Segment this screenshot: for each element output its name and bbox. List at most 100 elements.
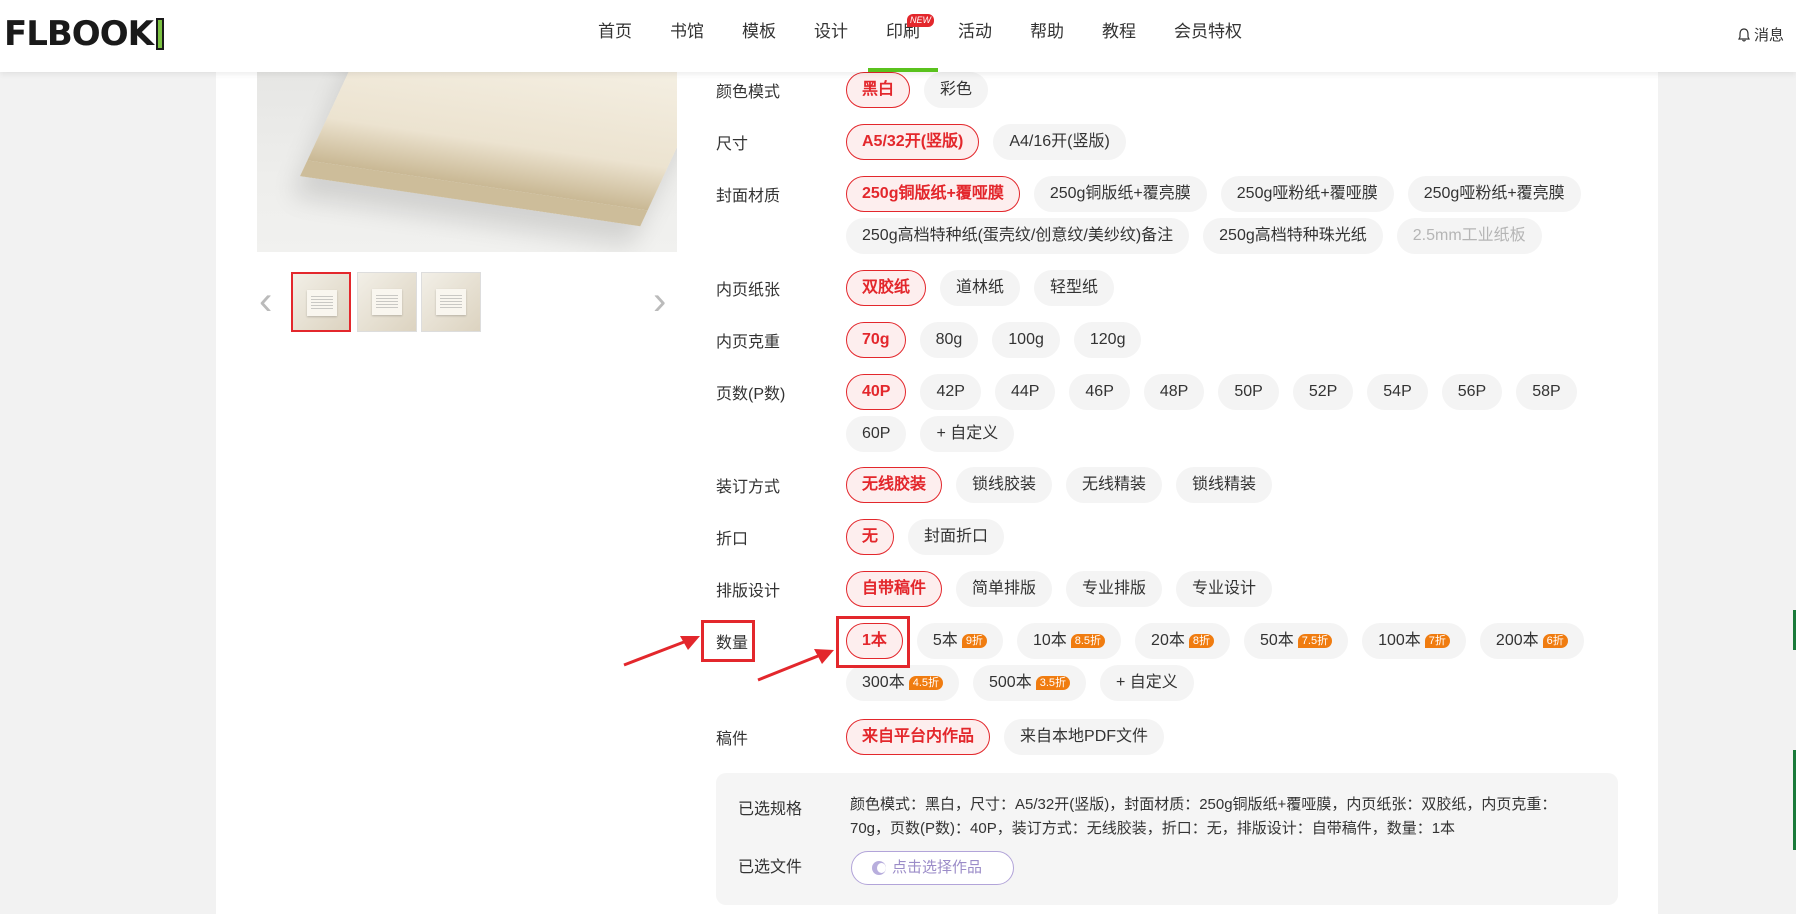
option-chip[interactable]: 5本 9折 bbox=[916, 623, 1003, 659]
option-chip[interactable]: 锁线胶装 bbox=[956, 467, 1053, 503]
nav-item-3[interactable]: 模板 bbox=[724, 0, 794, 72]
nav-item-9[interactable]: 会员特权 bbox=[1156, 0, 1260, 72]
option-chip[interactable]: 56P bbox=[1441, 374, 1503, 410]
option-chip[interactable]: A4/16开(竖版) bbox=[993, 124, 1126, 160]
annotation-arrow-1 bbox=[623, 636, 700, 667]
nav-label: 设计 bbox=[814, 22, 848, 41]
option-choices: A5/32开(竖版) A4/16开(竖版) bbox=[846, 124, 1626, 160]
option-chip[interactable]: 42P bbox=[920, 374, 981, 410]
option-chip[interactable]: 来自平台内作品 bbox=[846, 719, 991, 755]
option-chip-label: 专业设计 bbox=[1192, 580, 1257, 597]
option-choices: 来自平台内作品 来自本地PDF文件 bbox=[846, 719, 1626, 755]
thumbnail-2[interactable] bbox=[357, 272, 417, 332]
nav-item-8[interactable]: 教程 bbox=[1084, 0, 1154, 72]
option-chip[interactable]: 52P bbox=[1292, 374, 1354, 410]
option-chip-label: 80g bbox=[935, 331, 963, 348]
option-chip[interactable]: 250g哑粉纸+覆哑膜 bbox=[1220, 176, 1394, 212]
option-choices: 70g 80g 100g 120g bbox=[846, 322, 1626, 358]
option-chip[interactable]: 专业设计 bbox=[1176, 571, 1273, 607]
option-chip[interactable]: + 自定义 bbox=[1100, 665, 1194, 701]
option-chip-label: 250g哑粉纸+覆亮膜 bbox=[1423, 185, 1565, 202]
discount-badge: 8折 bbox=[1188, 634, 1214, 648]
choose-work-button[interactable]: 点击选择作品 bbox=[851, 851, 1014, 885]
option-label: 颜色模式 bbox=[716, 84, 781, 101]
option-chip[interactable]: 100g bbox=[992, 322, 1060, 358]
option-chip[interactable]: 道林纸 bbox=[940, 270, 1021, 306]
option-choices: 自带稿件 简单排版 专业排版 专业设计 bbox=[846, 571, 1626, 607]
discount-badge: 7折 bbox=[1424, 634, 1450, 648]
thumbnail-3[interactable] bbox=[421, 272, 481, 332]
option-label: 稿件 bbox=[716, 731, 749, 748]
option-chip[interactable]: 250g铜版纸+覆哑膜 bbox=[846, 176, 1020, 212]
chevron-left-icon[interactable]: ‹ bbox=[259, 281, 279, 321]
option-chip[interactable]: 轻型纸 bbox=[1034, 270, 1115, 306]
book-photo bbox=[300, 72, 677, 227]
option-chip-label: 封面折口 bbox=[924, 528, 989, 545]
new-badge: NEW bbox=[907, 14, 934, 27]
messages-link[interactable]: 消息 bbox=[1738, 24, 1784, 45]
option-choices: 1本 5本 9折 10本 8.5折 20本 8折 50本 7.5折 100本 7折 200本 6折 300… bbox=[846, 623, 1626, 701]
option-chip[interactable]: 50P bbox=[1218, 374, 1279, 410]
option-chip[interactable]: 无 bbox=[846, 519, 895, 555]
option-chip[interactable]: 500本 3.5折 bbox=[973, 665, 1086, 701]
option-chip[interactable]: 250g高档特种纸(蛋壳纹/创意纹/美纱纹)备注 bbox=[846, 218, 1190, 254]
option-chip-label: 120g bbox=[1089, 331, 1126, 348]
option-chip[interactable]: 无线精装 bbox=[1066, 467, 1163, 503]
nav-item-5[interactable]: 印刷 NEW bbox=[868, 0, 938, 72]
option-chip[interactable]: 54P bbox=[1367, 374, 1428, 410]
option-chip[interactable]: 120g bbox=[1073, 322, 1142, 358]
option-chip[interactable]: 250g高档特种珠光纸 bbox=[1203, 218, 1383, 254]
option-choices: 无 封面折口 bbox=[846, 519, 1626, 555]
option-chip[interactable]: 250g铜版纸+覆亮膜 bbox=[1033, 176, 1207, 212]
option-chip[interactable]: 60P bbox=[846, 416, 907, 452]
option-chip[interactable]: 100本 7折 bbox=[1362, 623, 1466, 659]
nav-item-6[interactable]: 活动 bbox=[940, 0, 1010, 72]
option-chip[interactable]: 58P bbox=[1516, 374, 1577, 410]
option-chip[interactable]: 专业排版 bbox=[1066, 571, 1163, 607]
chevron-right-icon[interactable]: › bbox=[653, 281, 673, 321]
nav-item-2[interactable]: 书馆 bbox=[652, 0, 722, 72]
option-chip[interactable]: 300本 4.5折 bbox=[846, 665, 959, 701]
option-chip[interactable]: 200本 6折 bbox=[1479, 623, 1584, 659]
option-chip[interactable]: 80g bbox=[919, 322, 979, 358]
option-chip[interactable]: 48P bbox=[1143, 374, 1205, 410]
option-chip[interactable]: + 自定义 bbox=[920, 416, 1015, 452]
option-chip[interactable]: 44P bbox=[994, 374, 1056, 410]
option-chip: 2.5mm工业纸板 bbox=[1396, 218, 1542, 254]
option-chip[interactable]: 自带稿件 bbox=[846, 571, 943, 607]
nav-label: 帮助 bbox=[1030, 22, 1064, 41]
option-chip[interactable]: 20本 8折 bbox=[1135, 623, 1230, 659]
option-chip-label: 彩色 bbox=[940, 81, 973, 98]
option-chip[interactable]: A5/32开(竖版) bbox=[846, 124, 980, 160]
option-chip[interactable]: 简单排版 bbox=[956, 571, 1053, 607]
nav-item-4[interactable]: 设计 bbox=[796, 0, 866, 72]
option-choices: 双胶纸 道林纸 轻型纸 bbox=[846, 270, 1626, 306]
flbook-logo[interactable]: FLBOOK bbox=[4, 14, 164, 54]
option-chip[interactable]: 250g哑粉纸+覆亮膜 bbox=[1407, 176, 1581, 212]
option-chip[interactable]: 46P bbox=[1069, 374, 1130, 410]
option-chip-label: 锁线精装 bbox=[1192, 476, 1257, 493]
discount-badge: 4.5折 bbox=[908, 676, 943, 690]
nav-label: 活动 bbox=[958, 22, 992, 41]
messages-label: 消息 bbox=[1753, 27, 1784, 44]
option-chip[interactable]: 黑白 bbox=[846, 72, 911, 108]
option-chip-label: 100g bbox=[1008, 331, 1044, 348]
option-chip[interactable]: 封面折口 bbox=[908, 519, 1005, 555]
option-chip[interactable]: 彩色 bbox=[924, 72, 989, 108]
nav-item-7[interactable]: 帮助 bbox=[1012, 0, 1082, 72]
option-chip[interactable]: 无线胶装 bbox=[846, 467, 943, 503]
option-chip[interactable]: 来自本地PDF文件 bbox=[1004, 719, 1165, 755]
option-label: 封面材质 bbox=[716, 188, 781, 205]
option-chip[interactable]: 50本 7.5折 bbox=[1243, 623, 1349, 659]
option-chip[interactable]: 70g bbox=[846, 322, 906, 358]
thumbnail-1[interactable] bbox=[291, 272, 351, 332]
option-chip[interactable]: 锁线精装 bbox=[1176, 467, 1273, 503]
option-chip[interactable]: 双胶纸 bbox=[846, 270, 927, 306]
option-chip[interactable]: 10本 8.5折 bbox=[1016, 623, 1122, 659]
nav-label: 会员特权 bbox=[1174, 22, 1242, 41]
discount-badge: 8.5折 bbox=[1070, 634, 1106, 648]
option-chip-label: + 自定义 bbox=[936, 425, 999, 442]
option-chip-label: 20本 bbox=[1151, 632, 1185, 649]
option-chip[interactable]: 40P bbox=[846, 374, 907, 410]
nav-item-1[interactable]: 首页 bbox=[580, 0, 650, 72]
